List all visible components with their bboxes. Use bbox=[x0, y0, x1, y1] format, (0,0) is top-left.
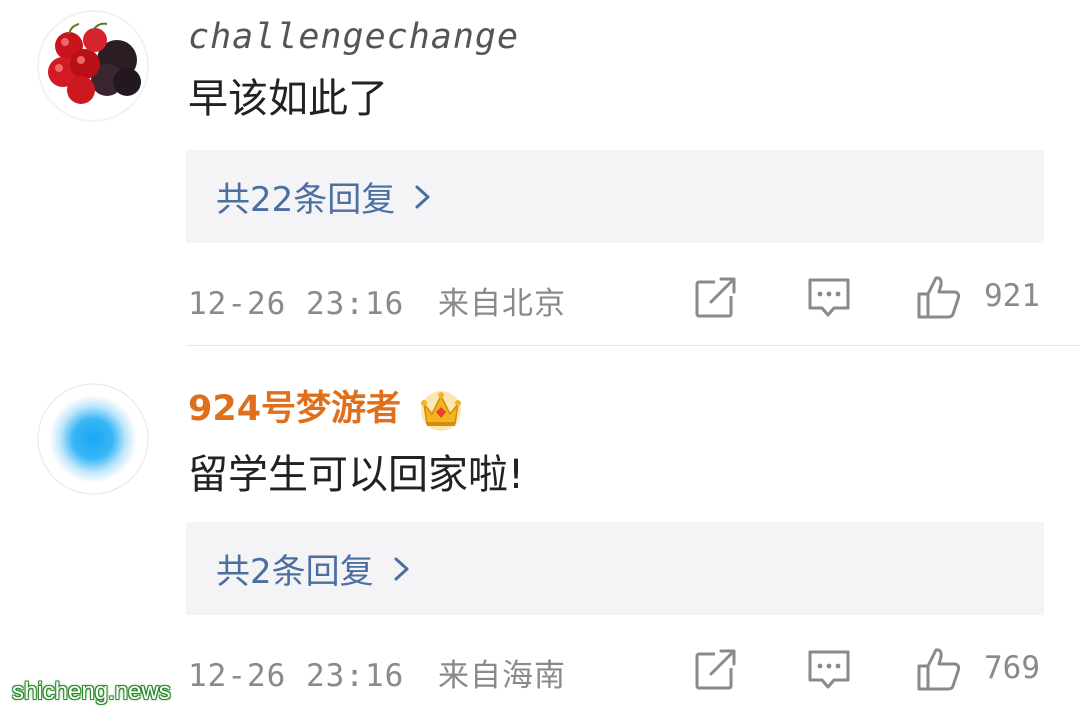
username[interactable]: 924号梦游者 bbox=[188, 388, 401, 430]
timestamp-location: 来自海南 bbox=[437, 658, 566, 694]
thumbs-up-icon[interactable] bbox=[916, 646, 962, 692]
replies-count-label: 共2条回复 bbox=[216, 552, 374, 592]
share-icon[interactable] bbox=[693, 274, 739, 320]
timestamp-time: 12-26 23:16 bbox=[188, 286, 405, 322]
comment-text: 留学生可以回家啦! bbox=[188, 452, 525, 498]
share-icon[interactable] bbox=[693, 646, 739, 692]
avatar[interactable] bbox=[37, 10, 149, 122]
view-replies-button[interactable]: 共22条回复 bbox=[186, 150, 1044, 243]
comment-text: 早该如此了 bbox=[188, 76, 388, 122]
chevron-right-icon bbox=[415, 185, 430, 208]
chevron-right-icon bbox=[394, 557, 409, 580]
timestamp-time: 12-26 23:16 bbox=[188, 658, 405, 694]
username[interactable]: challengechange bbox=[188, 16, 519, 58]
crown-icon bbox=[421, 391, 461, 431]
comment-icon[interactable] bbox=[806, 274, 852, 320]
comment-icon[interactable] bbox=[806, 646, 852, 692]
like-count: 921 bbox=[984, 278, 1040, 314]
comment-list: challengechange 早该如此了 共22条回复 12-26 23:16… bbox=[0, 0, 1080, 712]
view-replies-button[interactable]: 共2条回复 bbox=[186, 522, 1044, 615]
timestamp: 12-26 23:16 来自北京 bbox=[188, 278, 566, 323]
comment-item: challengechange 早该如此了 共22条回复 12-26 23:16… bbox=[0, 0, 1080, 345]
comment-meta: 12-26 23:16 来自北京 921 bbox=[188, 272, 1048, 322]
thumbs-up-icon[interactable] bbox=[916, 274, 962, 320]
timestamp-location: 来自北京 bbox=[437, 286, 566, 322]
comment-meta: 12-26 23:16 来自海南 769 bbox=[188, 644, 1048, 694]
comment-item: 924号梦游者 留学生可以回家啦! 共2条回复 12-26 23:16 来自海南 bbox=[0, 346, 1080, 712]
replies-count-label: 共22条回复 bbox=[216, 180, 396, 220]
like-count: 769 bbox=[984, 650, 1040, 686]
watermark: shicheng.news bbox=[12, 678, 171, 705]
avatar[interactable] bbox=[37, 383, 149, 495]
timestamp: 12-26 23:16 来自海南 bbox=[188, 650, 566, 695]
